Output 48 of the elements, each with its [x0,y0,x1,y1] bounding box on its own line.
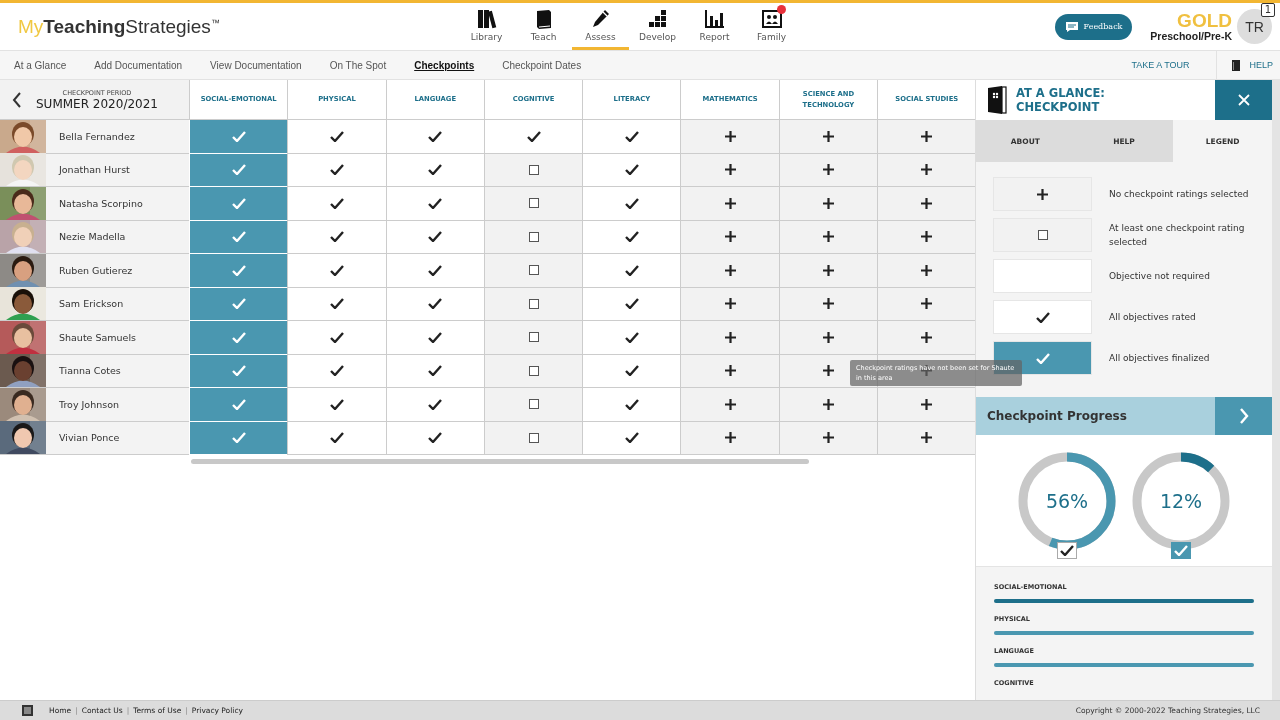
student-row[interactable]: Shaute Samuels [0,321,189,355]
student-row[interactable]: Sam Erickson [0,287,189,321]
legend-label: No checkpoint ratings selected [1109,188,1250,201]
nav-item[interactable]: Report [686,3,743,50]
legend-label: At least one checkpoint rating selected [1109,222,1246,249]
student-row[interactable]: Nezie Madella [0,220,189,254]
product-level: Preschool/Pre-K [1150,30,1232,42]
student-row[interactable]: Bella Fernandez [0,120,189,154]
student-name: Ruben Gutierez [59,264,133,276]
student-row[interactable]: Vivian Ponce [0,421,189,455]
student-name: Bella Fernandez [59,130,135,142]
nav-item[interactable]: Develop [629,3,686,50]
nav-item[interactable]: Family [743,3,800,50]
nav-tab[interactable]: Checkpoints [414,59,475,71]
student-name: Jonathan Hurst [59,164,130,176]
legend-label: Objective not required [1109,270,1211,283]
progress-title: Checkpoint Progress [987,409,1127,423]
progress-percent: 12% [1159,489,1203,512]
nav-tab[interactable]: Checkpoint Dates [502,59,582,71]
student-row[interactable]: Natasha Scorpino [0,187,189,221]
legend-label: All objectives rated [1109,311,1197,324]
feedback-button[interactable]: Feedback [1055,13,1132,40]
nav-item[interactable]: Library [458,3,515,50]
student-name: Nezie Madella [59,231,126,243]
student-name: Tianna Cotes [59,365,121,377]
student-name: Vivian Ponce [59,432,120,444]
help-link[interactable]: HELP [1216,50,1280,80]
nav-tab[interactable]: On The Spot [329,59,387,71]
student-name: Sam Erickson [59,298,124,310]
student-name: Shaute Samuels [59,331,137,343]
student-row[interactable]: Ruben Gutierez [0,254,189,288]
student-row[interactable]: Troy Johnson [0,388,189,422]
nav-tab[interactable]: Add Documentation [94,59,183,71]
student-row[interactable]: Jonathan Hurst [0,153,189,187]
student-name: Troy Johnson [59,398,119,410]
student-name: Natasha Scorpino [59,197,143,209]
nav-tab[interactable]: View Documentation [210,59,302,71]
product-logo: GOLD [1177,11,1232,30]
nav-tab[interactable]: At a Glance [14,59,67,71]
logo: MyTeachingStrategies$^{™}$ [18,15,221,38]
student-row[interactable]: Tianna Cotes [0,354,189,388]
period-value: SUMMER 2020/2021 [36,96,158,111]
panel-title: AT A GLANCE: CHECKPOINT [1016,86,1106,114]
nav-item[interactable]: Teach [515,3,572,50]
legend-label: All objectives finalized [1109,352,1211,365]
progress-percent: 56% [1045,489,1089,512]
take-tour-link[interactable]: TAKE A TOUR [1131,60,1190,70]
notification-count: 1 [1260,3,1275,17]
